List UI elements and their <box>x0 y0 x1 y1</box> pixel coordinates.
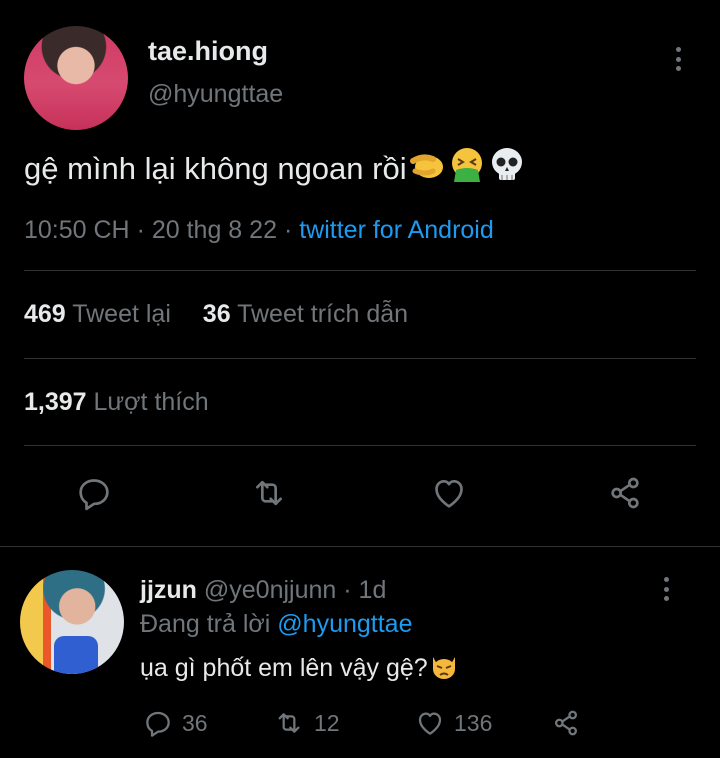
retweets-label: Tweet lại <box>72 300 171 328</box>
replying-prefix: Đang trả lời <box>140 610 271 638</box>
retweets-count: 469 <box>24 300 66 328</box>
likes-label: Lượt thích <box>93 388 209 416</box>
reply-text-content: ụa gì phốt em lên vậy gệ? <box>140 654 428 683</box>
divider <box>24 358 696 359</box>
share-icon[interactable] <box>605 473 645 513</box>
meta-separator: · <box>136 216 145 244</box>
display-name[interactable]: tae.hiong <box>148 36 268 67</box>
tweet-text-content: gệ mình lại không ngoan rồi <box>24 151 407 187</box>
retweet-count: 12 <box>314 709 340 736</box>
reply-text: ụa gì phốt em lên vậy gệ? <box>140 651 460 688</box>
tweet-time: 10:50 CH <box>24 216 130 244</box>
reply-separator: · <box>343 576 352 604</box>
divider <box>0 546 720 547</box>
divider <box>24 445 696 446</box>
reply-age: 1d <box>358 576 387 604</box>
divider <box>24 270 696 271</box>
likes-count: 1,397 <box>24 388 87 416</box>
stats-row: 469 Tweet lại 36 Tweet trích dẫn <box>24 300 408 329</box>
reply-share-icon[interactable] <box>550 707 582 739</box>
avatar[interactable] <box>24 26 128 130</box>
reply-handle[interactable]: @ye0njjunn <box>204 576 336 604</box>
replying-to-handle[interactable]: @hyungttae <box>277 610 412 638</box>
meta-separator: · <box>283 216 293 244</box>
reply-reply-action[interactable]: 36 <box>142 707 208 739</box>
reply-icon[interactable] <box>74 473 114 513</box>
pinching-hand-emoji <box>407 147 447 195</box>
tweet-source-link[interactable]: twitter for Android <box>299 216 494 244</box>
tweet-meta: 10:50 CH · 20 thg 8 22 · twitter for And… <box>24 216 494 245</box>
retweets-stat[interactable]: 469 Tweet lại <box>24 300 178 328</box>
quotes-stat[interactable]: 36 Tweet trích dẫn <box>203 300 408 328</box>
like-count: 136 <box>454 709 493 736</box>
reply-header: jjzun @ye0njjunn · 1d <box>140 576 386 605</box>
replying-to: Đang trả lời @hyungttae <box>140 610 413 639</box>
vomiting-face-emoji <box>447 146 487 196</box>
reply-count: 36 <box>182 709 208 736</box>
retweet-icon[interactable] <box>248 473 290 513</box>
like-icon <box>414 707 446 739</box>
reply-more-options-icon[interactable] <box>663 577 669 601</box>
reply-icon <box>142 707 174 739</box>
like-icon[interactable] <box>429 473 469 513</box>
reply-display-name[interactable]: jjzun <box>140 576 197 604</box>
tweet-text: gệ mình lại không ngoan rồi <box>24 146 527 196</box>
skull-emoji <box>487 146 527 196</box>
pouting-cat-emoji <box>428 651 460 688</box>
user-handle[interactable]: @hyungttae <box>148 80 283 109</box>
retweet-icon <box>272 707 306 739</box>
reply-like-action[interactable]: 136 <box>414 707 492 739</box>
quotes-count: 36 <box>202 300 231 328</box>
likes-stat[interactable]: 1,397 Lượt thích <box>24 388 209 417</box>
more-options-icon[interactable] <box>675 47 681 71</box>
reply-retweet-action[interactable]: 12 <box>272 707 340 739</box>
tweet-date: 20 thg 8 22 <box>151 216 277 244</box>
reply-avatar[interactable] <box>20 570 124 674</box>
quotes-label: Tweet trích dẫn <box>237 300 409 328</box>
